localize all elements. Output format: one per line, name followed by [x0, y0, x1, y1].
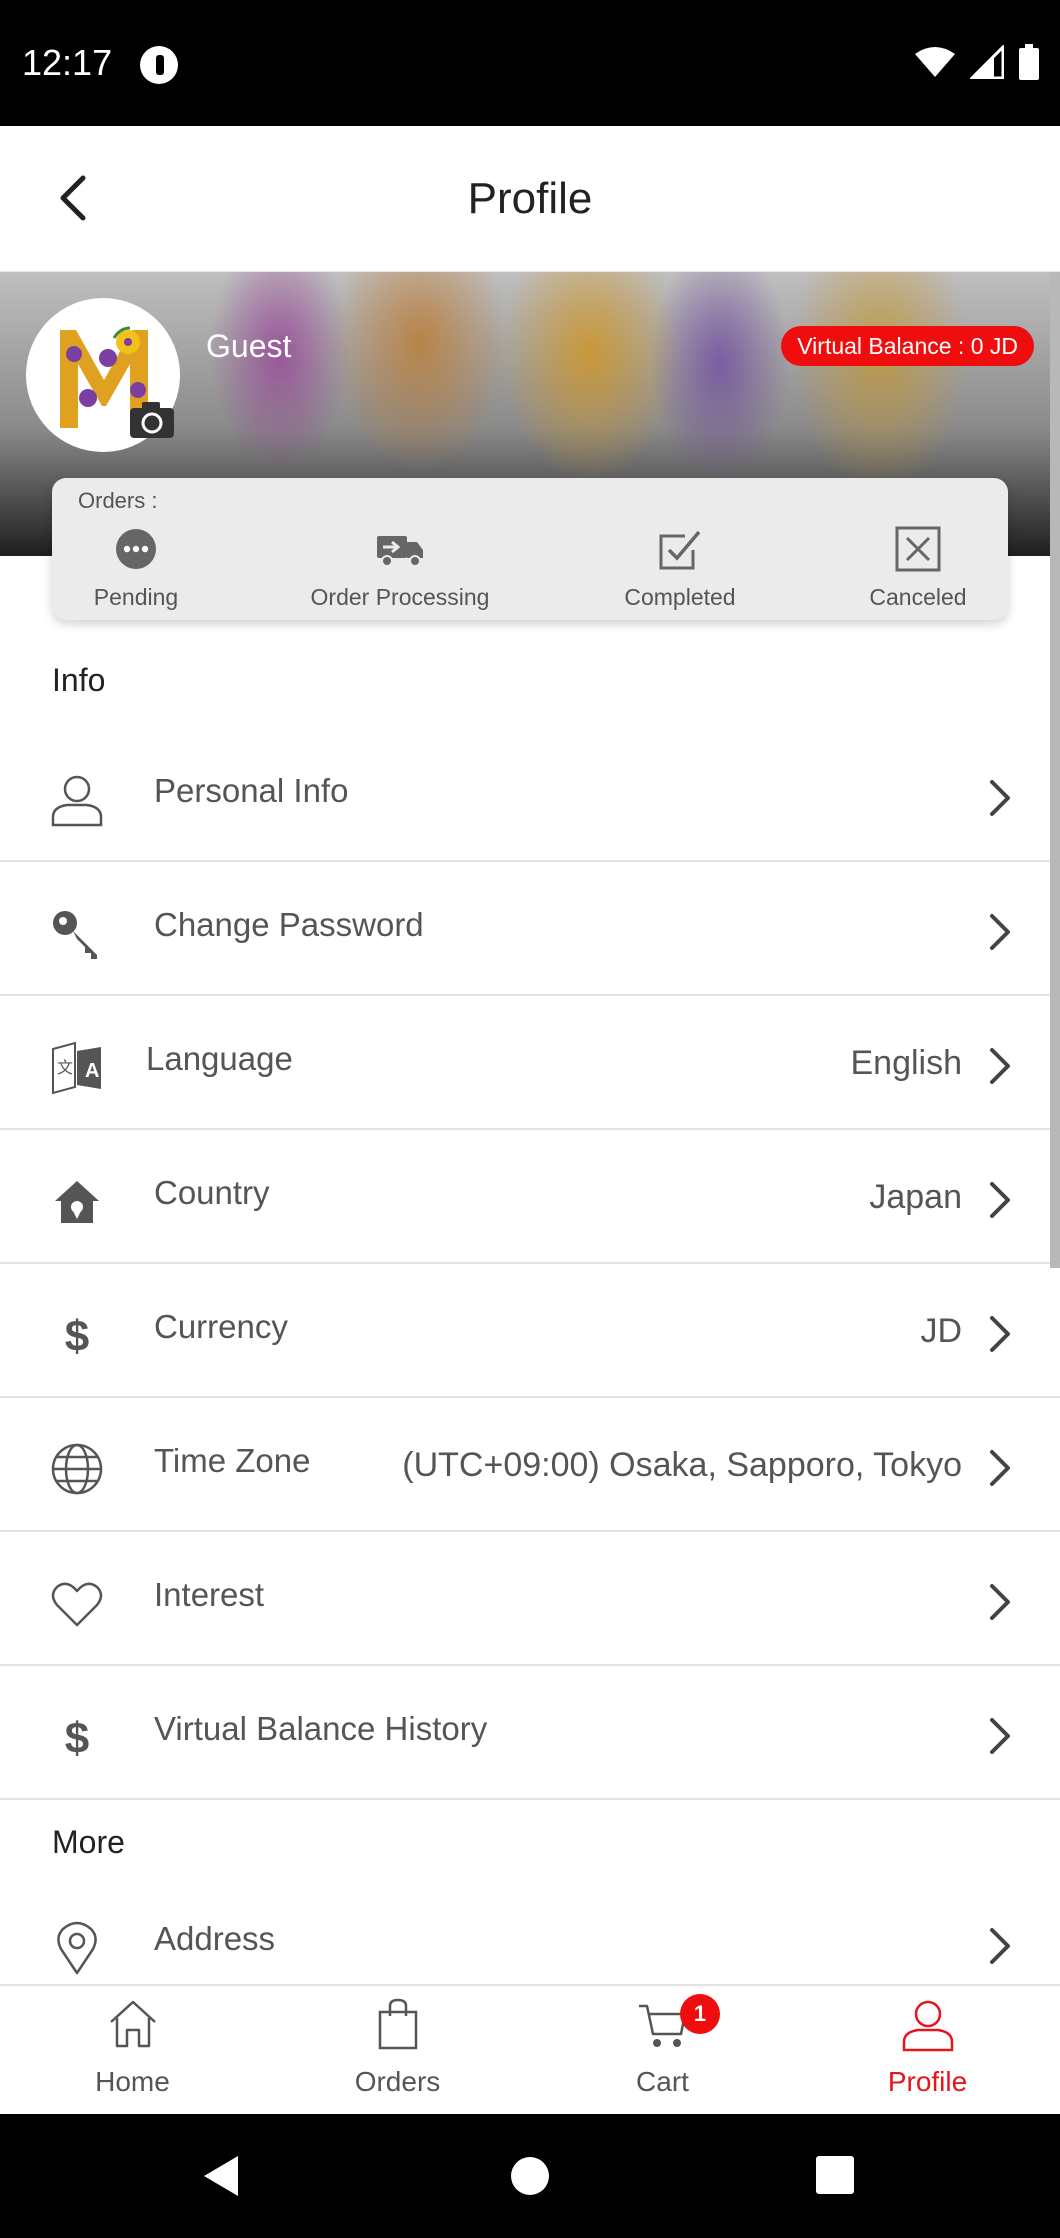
row-interest[interactable]: Interest	[0, 1532, 1060, 1666]
checkbox-icon	[659, 530, 701, 570]
nav-orders[interactable]: Orders	[265, 1996, 530, 2098]
nav-label: Cart	[636, 2066, 689, 2097]
pending-icon	[116, 529, 156, 569]
row-virtual-balance-history[interactable]: $ Virtual Balance History	[0, 1666, 1060, 1800]
order-status-label: Canceled	[869, 584, 967, 610]
row-label: Change Password	[154, 906, 424, 943]
system-back-icon[interactable]	[200, 2152, 244, 2200]
system-recents-icon[interactable]	[814, 2152, 856, 2200]
chevron-right-icon	[990, 1928, 1010, 1964]
nav-label: Home	[95, 2066, 170, 2097]
chevron-right-icon	[990, 1182, 1010, 1218]
location-pin-icon	[46, 1918, 108, 1976]
row-country[interactable]: Country Japan	[0, 1130, 1060, 1264]
status-indicators	[914, 44, 1040, 80]
section-title-more: More	[52, 1824, 125, 1860]
chevron-right-icon	[990, 914, 1010, 950]
row-label: Time Zone	[154, 1442, 311, 1479]
status-time: 12:17	[22, 42, 113, 83]
order-status-canceled[interactable]: Canceled	[808, 526, 1028, 611]
username: Guest	[206, 328, 292, 364]
row-change-password[interactable]: Change Password	[0, 862, 1060, 996]
row-label: Country	[154, 1174, 270, 1211]
chevron-right-icon	[990, 1048, 1010, 1084]
svg-text:A: A	[85, 1060, 99, 1082]
scrollbar[interactable]	[1050, 272, 1060, 1268]
bag-icon	[378, 1998, 417, 2050]
chevron-right-icon	[990, 1450, 1010, 1486]
row-value: English	[850, 1044, 962, 1082]
key-icon	[46, 904, 108, 962]
row-time-zone[interactable]: Time Zone (UTC+09:00) Osaka, Sapporo, To…	[0, 1398, 1060, 1532]
order-status-label: Pending	[93, 584, 179, 610]
system-home-icon[interactable]	[510, 2152, 550, 2200]
wifi-icon	[915, 47, 955, 77]
row-label: Address	[154, 1920, 276, 1957]
order-status-label: Completed	[624, 584, 736, 610]
globe-icon	[46, 1440, 108, 1498]
order-status-completed[interactable]: Completed	[570, 526, 790, 611]
row-value: JD	[920, 1312, 962, 1350]
battery-icon	[1019, 44, 1039, 80]
order-status-pending[interactable]: Pending	[26, 526, 246, 611]
cart-badge: 1	[680, 1994, 720, 2034]
order-status-processing[interactable]: Order Processing	[290, 526, 510, 611]
row-label: Language	[146, 1040, 293, 1077]
row-language[interactable]: A文 Language English	[0, 996, 1060, 1130]
profile-icon	[902, 2000, 953, 2052]
truck-icon	[377, 536, 423, 567]
person-icon	[46, 770, 108, 828]
signal-icon	[970, 45, 1004, 79]
nav-label: Orders	[354, 2066, 441, 2097]
app-header: Profile	[0, 126, 1060, 272]
chevron-right-icon	[990, 780, 1010, 816]
nav-cart[interactable]: 1 Cart	[530, 1994, 795, 2098]
camera-icon[interactable]	[128, 400, 176, 440]
home-location-icon	[46, 1172, 108, 1230]
dollar-icon: $	[46, 1306, 108, 1364]
row-currency[interactable]: $ Currency JD	[0, 1264, 1060, 1398]
row-label: Interest	[154, 1576, 265, 1613]
nav-label: Profile	[887, 2066, 968, 2097]
order-status-label: Order Processing	[310, 584, 490, 610]
virtual-balance-badge: Virtual Balance : 0 JD	[781, 326, 1034, 366]
chevron-right-icon	[990, 1316, 1010, 1352]
cancel-box-icon	[895, 526, 941, 572]
row-personal-info[interactable]: Personal Info	[0, 728, 1060, 862]
app-notification-icon	[140, 46, 178, 84]
svg-text:$: $	[65, 1714, 89, 1763]
nav-profile[interactable]: Profile	[795, 1996, 1060, 2098]
svg-text:$: $	[65, 1312, 89, 1361]
chevron-right-icon	[990, 1584, 1010, 1620]
row-value: Japan	[869, 1178, 962, 1216]
page-title: Profile	[467, 174, 593, 223]
row-label: Currency	[154, 1308, 288, 1345]
chevron-right-icon	[990, 1718, 1010, 1754]
section-title-info: Info	[52, 662, 106, 698]
translate-icon: A文	[46, 1038, 108, 1096]
dollar-icon: $	[46, 1708, 108, 1766]
heart-icon	[46, 1574, 108, 1632]
row-label: Personal Info	[154, 772, 349, 809]
nav-home[interactable]: Home	[0, 1996, 265, 2098]
bottom-nav: Home Orders 1 Cart Profile	[0, 1984, 1060, 2114]
orders-card: Orders : Pending Order Processing Comple…	[52, 478, 1008, 620]
status-bar: 12:17	[0, 0, 1060, 126]
orders-label: Orders :	[78, 488, 158, 513]
home-icon	[109, 2000, 156, 2048]
system-nav-bar	[0, 2114, 1060, 2238]
row-label: Virtual Balance History	[154, 1710, 488, 1747]
row-value: (UTC+09:00) Osaka, Sapporo, Tokyo	[402, 1446, 962, 1484]
svg-text:文: 文	[57, 1058, 73, 1077]
